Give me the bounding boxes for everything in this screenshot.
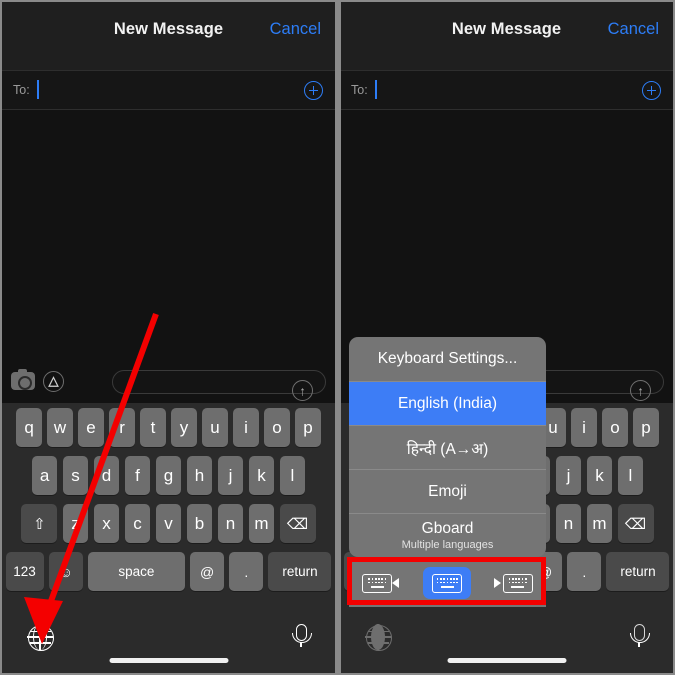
keyboard-row-4: 123 ☺ space @ . return [2, 552, 335, 591]
home-indicator [447, 658, 566, 663]
shift-key[interactable]: ⇧ [21, 504, 58, 543]
arrow-up-icon: ↑ [299, 383, 306, 398]
delete-key[interactable]: ⌫ [617, 504, 654, 543]
popup-item-label: Gboard [421, 520, 474, 537]
to-field-row[interactable]: To: [2, 70, 335, 110]
key-w[interactable]: w [47, 408, 73, 447]
popup-item-english-india[interactable]: English (India) [349, 381, 546, 425]
key-r[interactable]: r [109, 408, 135, 447]
on-screen-keyboard[interactable]: q w e r t y u i o p a s d f g h j k l [2, 403, 335, 611]
key-k[interactable]: k [248, 456, 275, 495]
key-h[interactable]: h [186, 456, 213, 495]
return-key[interactable]: return [606, 552, 670, 591]
popup-item-sublabel: Multiple languages [401, 539, 494, 551]
key-k[interactable]: k [586, 456, 613, 495]
keyboard-row-1: q w e r t y u i o p [2, 408, 335, 447]
arrow-up-icon: ↑ [637, 383, 644, 398]
navigation-bar: New Message Cancel [340, 2, 673, 70]
key-x[interactable]: x [93, 504, 120, 543]
popup-item-label: Emoji [428, 482, 467, 500]
conversation-area [2, 110, 335, 363]
cancel-button[interactable]: Cancel [270, 20, 321, 39]
key-m[interactable]: m [248, 504, 275, 543]
key-v[interactable]: v [155, 504, 182, 543]
keyboard-bottom-bar [340, 611, 673, 673]
key-c[interactable]: c [124, 504, 151, 543]
key-u[interactable]: u [202, 408, 228, 447]
globe-icon[interactable] [365, 624, 392, 651]
keyboard-row-3: ⇧ z x c v b n m ⌫ [2, 504, 335, 543]
key-i[interactable]: i [571, 408, 597, 447]
key-f[interactable]: f [124, 456, 151, 495]
screenshot-canvas: New Message Cancel To: △ ↑ q w e r t y u… [0, 0, 675, 675]
key-g[interactable]: g [155, 456, 182, 495]
to-label: To: [351, 83, 368, 97]
key-z[interactable]: z [62, 504, 89, 543]
app-store-icon[interactable]: △ [43, 371, 64, 392]
delete-key[interactable]: ⌫ [279, 504, 316, 543]
navigation-bar: New Message Cancel [2, 2, 335, 70]
microphone-icon[interactable] [629, 624, 650, 647]
keyboard-bottom-bar [2, 611, 335, 673]
key-j[interactable]: j [555, 456, 582, 495]
key-q[interactable]: q [16, 408, 42, 447]
to-field-row[interactable]: To: [340, 70, 673, 110]
popup-item-label: English (India) [397, 394, 498, 412]
red-rectangle-annotation [347, 557, 546, 605]
key-s[interactable]: s [62, 456, 89, 495]
key-a[interactable]: a [31, 456, 58, 495]
key-l[interactable]: l [617, 456, 644, 495]
keyboard-row-2: a s d f g h j k l [2, 456, 335, 495]
key-n[interactable]: n [217, 504, 244, 543]
send-button[interactable]: ↑ [630, 380, 651, 401]
key-t[interactable]: t [140, 408, 166, 447]
key-m[interactable]: m [586, 504, 613, 543]
popup-item-emoji[interactable]: Emoji [349, 469, 546, 513]
popup-item-gboard[interactable]: Gboard Multiple languages [349, 513, 546, 557]
plus-circle-icon[interactable] [304, 81, 323, 100]
key-i[interactable]: i [233, 408, 259, 447]
period-key[interactable]: . [229, 552, 264, 591]
key-p[interactable]: p [633, 408, 659, 447]
conversation-area [340, 110, 673, 363]
key-y[interactable]: y [171, 408, 197, 447]
key-o[interactable]: o [602, 408, 628, 447]
key-l[interactable]: l [279, 456, 306, 495]
popup-item-label: Keyboard Settings... [377, 350, 518, 367]
popup-item-keyboard-settings[interactable]: Keyboard Settings... [349, 337, 546, 381]
key-p[interactable]: p [295, 408, 321, 447]
popup-item-hindi[interactable]: हिन्दी (A→अ) [349, 425, 546, 469]
key-e[interactable]: e [78, 408, 104, 447]
key-d[interactable]: d [93, 456, 120, 495]
home-indicator [109, 658, 228, 663]
text-cursor [37, 80, 39, 99]
panel-divider [336, 0, 341, 675]
emoji-key[interactable]: ☺ [48, 552, 83, 591]
plus-circle-icon[interactable] [642, 81, 661, 100]
key-j[interactable]: j [217, 456, 244, 495]
text-cursor [375, 80, 377, 99]
return-key[interactable]: return [268, 552, 332, 591]
period-key[interactable]: . [567, 552, 602, 591]
globe-icon[interactable] [27, 624, 54, 651]
key-n[interactable]: n [555, 504, 582, 543]
to-label: To: [13, 83, 30, 97]
send-button[interactable]: ↑ [292, 380, 313, 401]
key-b[interactable]: b [186, 504, 213, 543]
compose-bar: △ ↑ [2, 363, 335, 403]
popup-item-label: हिन्दी (A→अ) [406, 440, 489, 458]
language-popup-menu[interactable]: Keyboard Settings... English (India) हिन… [349, 337, 546, 557]
space-key[interactable]: space [87, 552, 185, 591]
camera-icon[interactable] [11, 369, 35, 391]
cancel-button[interactable]: Cancel [608, 20, 659, 39]
phone-screenshot-left: New Message Cancel To: △ ↑ q w e r t y u… [2, 2, 335, 673]
message-input[interactable]: ↑ [112, 370, 326, 401]
at-key[interactable]: @ [190, 552, 225, 591]
numbers-key[interactable]: 123 [5, 552, 44, 591]
microphone-icon[interactable] [291, 624, 312, 647]
key-o[interactable]: o [264, 408, 290, 447]
